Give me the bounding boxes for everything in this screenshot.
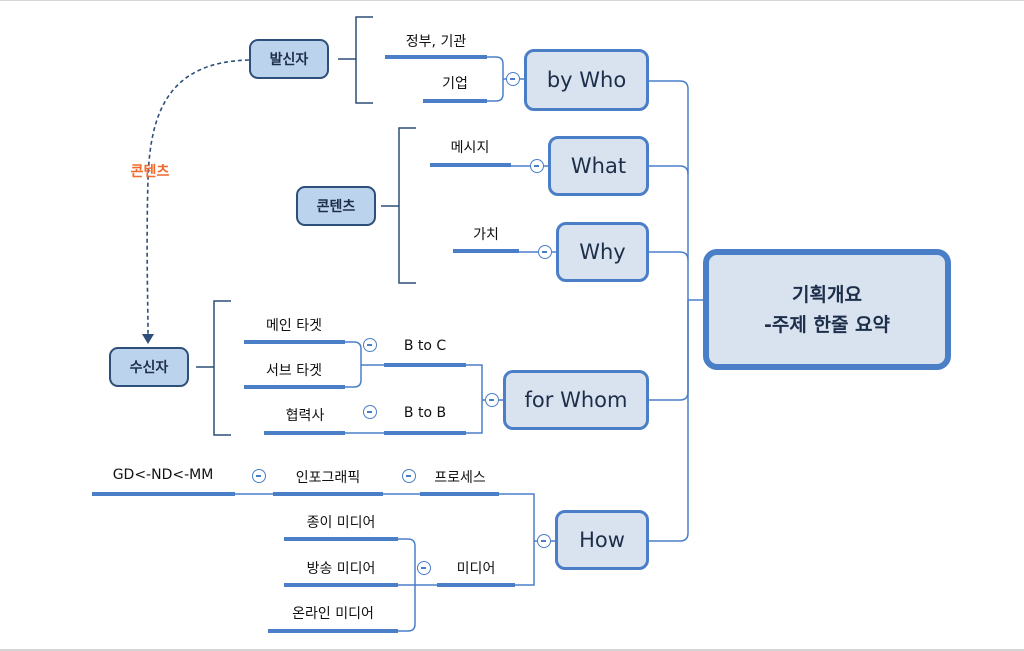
collapse-toggle-process[interactable] [402, 469, 416, 483]
relationship-label[interactable]: 콘텐츠 [131, 161, 170, 181]
main-topic-what[interactable]: What [548, 136, 649, 196]
collapse-toggle-how[interactable] [537, 534, 551, 548]
main-topic-label: by Who [546, 68, 627, 92]
connector-bywho-children [487, 56, 504, 102]
main-topic-label: What [570, 154, 627, 178]
connector-central-forwhom [649, 300, 689, 401]
subtopic-process[interactable]: 프로세스 [434, 467, 486, 487]
central-topic[interactable]: 기획개요 -주제 한줄 요약 [703, 249, 951, 370]
subtopic-main-target[interactable]: 메인 타겟 [266, 315, 322, 335]
floating-topic-label: 콘텐츠 [316, 199, 356, 215]
floating-topic-receiver[interactable]: 수신자 [109, 347, 189, 387]
subtopic-company[interactable]: 기업 [442, 73, 468, 93]
relationship-arrowhead [142, 334, 154, 344]
subtopic-online-media[interactable]: 온라인 미디어 [292, 603, 374, 623]
bracket-receiver [196, 300, 231, 436]
subtopic-media[interactable]: 미디어 [457, 558, 496, 578]
subtopic-b-to-b[interactable]: B to B [404, 405, 446, 421]
collapse-toggle-btob[interactable] [363, 405, 377, 419]
subtopic-paper-media[interactable]: 종이 미디어 [307, 512, 376, 532]
central-topic-title: 기획개요 [792, 283, 862, 306]
collapse-toggle-what[interactable] [530, 159, 544, 173]
main-topic-label: for Whom [524, 388, 628, 412]
main-topic-why[interactable]: Why [556, 222, 649, 282]
floating-topic-label: 수신자 [129, 360, 169, 376]
floating-topic-contents[interactable]: 콘텐츠 [296, 186, 376, 226]
subtopic-partner[interactable]: 협력사 [286, 405, 325, 425]
subtopic-value[interactable]: 가치 [473, 224, 499, 244]
collapse-toggle-media[interactable] [417, 561, 431, 575]
subtopic-message[interactable]: 메시지 [451, 137, 490, 157]
main-topic-how[interactable]: How [555, 510, 649, 570]
collapse-toggle-why[interactable] [538, 245, 552, 259]
relationship-curve [146, 59, 250, 336]
subtopic-infographic[interactable]: 인포그래픽 [296, 467, 360, 487]
floating-topic-label: 발신자 [269, 52, 309, 68]
connector-btoc-children [345, 341, 362, 388]
connector-central-how [649, 300, 689, 542]
central-topic-subtitle: -주제 한줄 요약 [764, 313, 890, 336]
collapse-toggle-btoc[interactable] [363, 338, 377, 352]
connector-forwhom-children [466, 364, 483, 434]
floating-topic-sender[interactable]: 발신자 [249, 39, 329, 79]
collapse-toggle-bywho[interactable] [506, 72, 520, 86]
connector-how-children [499, 493, 535, 586]
collapse-toggle-forwhom[interactable] [485, 393, 499, 407]
subtopic-gd-nd-mm[interactable]: GD<-ND<-MM [113, 467, 214, 483]
main-topic-by-who[interactable]: by Who [524, 49, 649, 111]
main-topic-for-whom[interactable]: for Whom [503, 370, 649, 430]
subtopic-broadcast-media[interactable]: 방송 미디어 [307, 558, 376, 578]
bracket-sender [338, 16, 373, 104]
subtopic-gov[interactable]: 정부, 기관 [406, 31, 466, 51]
main-topic-label: How [579, 528, 625, 552]
subtopic-b-to-c[interactable]: B to C [404, 338, 446, 354]
bracket-contents [381, 127, 416, 284]
connector-central-what [649, 165, 689, 175]
connector-central-why [649, 251, 689, 261]
connector-central-bywho [649, 80, 703, 301]
main-topic-label: Why [579, 240, 626, 264]
subtopic-sub-target[interactable]: 서브 타겟 [266, 360, 322, 380]
collapse-toggle-infographic[interactable] [252, 469, 266, 483]
